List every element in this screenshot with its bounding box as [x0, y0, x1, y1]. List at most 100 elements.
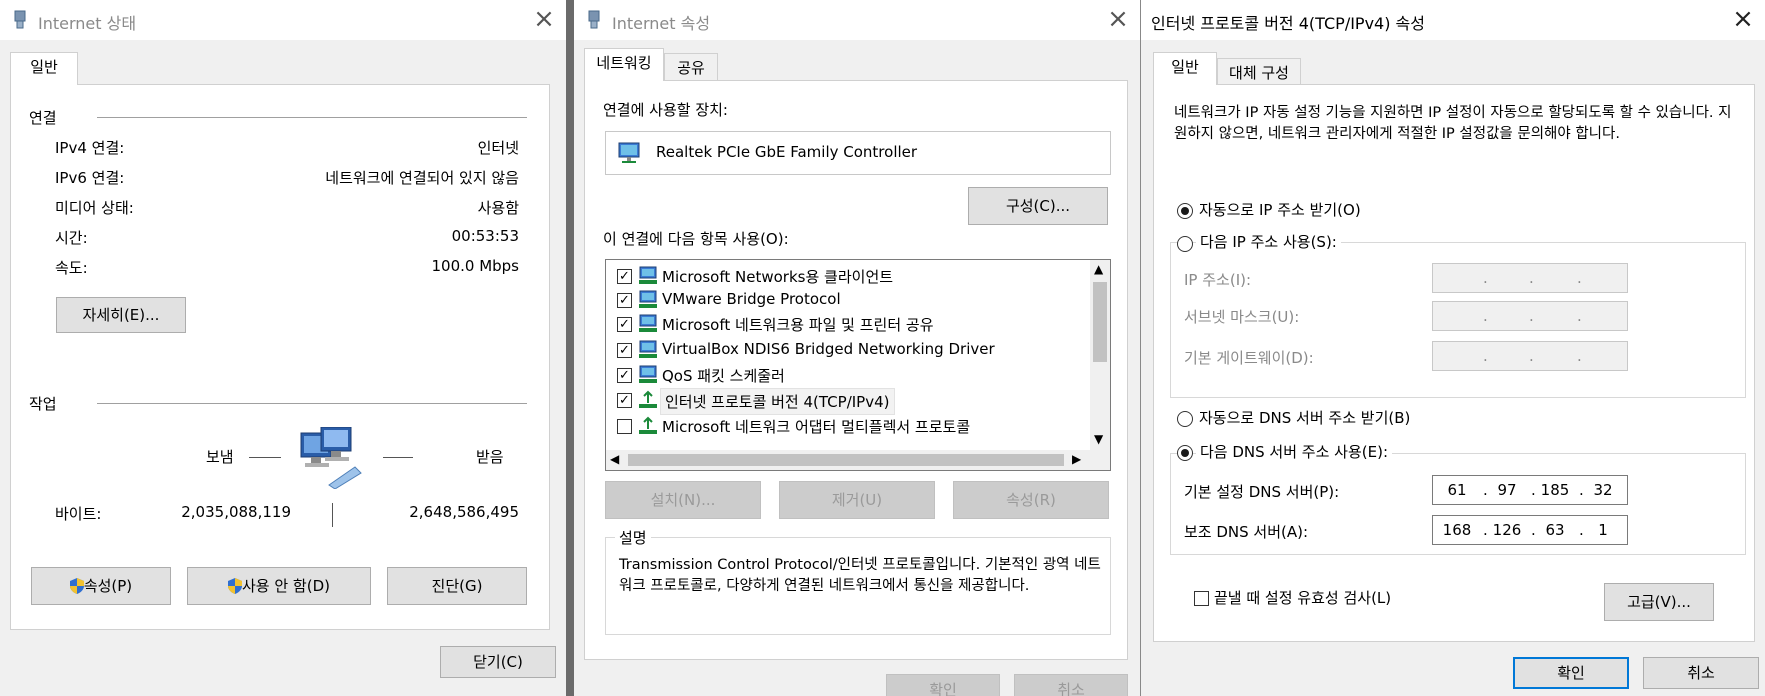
item-checkbox[interactable]: ✓ — [617, 269, 632, 284]
list-item[interactable]: Microsoft 네트워크 어댑터 멀티플렉서 프로토콜 — [606, 414, 1086, 438]
components-list[interactable]: ✓ Microsoft Networks용 클라이언트 ✓ VMware Bri… — [605, 259, 1111, 471]
dns-octet: 1 — [1598, 521, 1608, 539]
list-item[interactable]: ✓ Microsoft Networks용 클라이언트 — [606, 264, 1086, 288]
validate-checkbox[interactable] — [1194, 591, 1209, 606]
bytes-label: 바이트: — [55, 505, 102, 523]
cancel-button[interactable]: 취소 — [1014, 674, 1128, 696]
bytes-divider — [332, 503, 333, 527]
item-checkbox[interactable]: ✓ — [617, 343, 632, 358]
dns-octet: 61 — [1447, 481, 1467, 499]
dns-octet: 63 — [1545, 521, 1565, 539]
disable-button[interactable]: 사용 안 함(D) — [187, 567, 371, 605]
item-checkbox[interactable] — [617, 419, 632, 434]
media-state-label: 미디어 상태: — [55, 199, 134, 217]
manual-dns-radio[interactable] — [1177, 445, 1193, 461]
auto-dns-label[interactable]: 자동으로 DNS 서버 주소 받기(B) — [1199, 407, 1410, 428]
scroll-up-icon[interactable]: ▲ — [1094, 262, 1103, 276]
shield-icon — [69, 578, 84, 594]
list-item[interactable]: ✓ Microsoft 네트워크용 파일 및 프린터 공유 — [606, 312, 1086, 336]
item-label: 인터넷 프로토콜 버전 4(TCP/IPv4) — [660, 388, 895, 415]
status-properties-button[interactable]: 속성(P) — [31, 567, 171, 605]
ip-address-field[interactable]: ... — [1432, 263, 1628, 293]
properties-title: Internet 속성 — [612, 14, 711, 33]
network-service-icon — [639, 314, 657, 332]
status-titlebar[interactable]: Internet 상태 × — [0, 0, 566, 40]
manual-ip-label[interactable]: 다음 IP 주소 사용(S): — [1196, 231, 1341, 252]
scroll-right-icon[interactable]: ▶ — [1072, 452, 1081, 466]
tab-sharing[interactable]: 공유 — [664, 53, 718, 81]
diagnose-button[interactable]: 진단(G) — [387, 567, 527, 605]
auto-ip-label[interactable]: 자동으로 IP 주소 받기(O) — [1199, 199, 1361, 220]
intro-text: 네트워크가 IP 자동 설정 기능을 지원하면 IP 설정이 자동으로 할당되도… — [1174, 105, 1732, 142]
network-service-icon — [639, 290, 657, 308]
list-item[interactable]: ✓ QoS 패킷 스케줄러 — [606, 363, 1086, 387]
status-close-button[interactable]: 닫기(C) — [440, 646, 556, 678]
list-item-selected[interactable]: ✓ 인터넷 프로토콜 버전 4(TCP/IPv4) — [606, 388, 1086, 415]
duration-label: 시간: — [55, 229, 88, 247]
install-button[interactable]: 설치(N)... — [605, 481, 761, 519]
item-label: QoS 패킷 스케줄러 — [662, 367, 785, 385]
network-service-icon — [639, 340, 657, 358]
vertical-scrollbar[interactable]: ▲ ▼ — [1090, 260, 1110, 452]
close-icon[interactable]: × — [1729, 6, 1757, 34]
section-divider — [97, 403, 527, 404]
scroll-left-icon[interactable]: ◀ — [610, 452, 619, 466]
item-label: Microsoft Networks용 클라이언트 — [662, 268, 894, 286]
alternate-dns-field[interactable]: 168 . 126 . 63 . 1 — [1432, 515, 1628, 545]
uninstall-button[interactable]: 제거(U) — [779, 481, 935, 519]
close-icon[interactable]: × — [530, 6, 558, 34]
speed-value: 100.0 Mbps — [431, 257, 519, 275]
tab-alternate-config[interactable]: 대체 구성 — [1217, 58, 1301, 85]
description-label: 설명 — [615, 527, 651, 548]
subnet-label: 서브넷 마스크(U): — [1184, 308, 1300, 326]
manual-ip-radio[interactable] — [1177, 236, 1193, 252]
tab-networking[interactable]: 네트워킹 — [584, 48, 664, 81]
received-line — [383, 457, 413, 458]
speed-label: 속도: — [55, 259, 88, 277]
advanced-button[interactable]: 고급(V)... — [1604, 583, 1714, 621]
adapter-field: Realtek PCIe GbE Family Controller — [605, 131, 1111, 175]
component-properties-button[interactable]: 속성(R) — [953, 481, 1109, 519]
network-adapter-card-icon — [618, 142, 640, 163]
configure-button[interactable]: 구성(C)... — [968, 187, 1108, 225]
network-service-icon — [639, 365, 657, 383]
horizontal-scrollbar[interactable]: ◀ ▶ — [606, 450, 1110, 470]
status-properties-label: 속성(P) — [83, 577, 133, 595]
details-button[interactable]: 자세히(E)... — [56, 297, 186, 333]
h-scroll-thumb[interactable] — [628, 454, 1064, 466]
disable-label: 사용 안 함(D) — [242, 577, 330, 595]
item-checkbox[interactable]: ✓ — [617, 368, 632, 383]
tab-general[interactable]: 일반 — [1153, 52, 1217, 85]
validate-label[interactable]: 끝낼 때 설정 유효성 검사(L) — [1214, 587, 1391, 608]
activity-section-title: 작업 — [29, 395, 57, 413]
subnet-field[interactable]: ... — [1432, 301, 1628, 331]
item-checkbox[interactable]: ✓ — [617, 393, 632, 408]
scroll-thumb[interactable] — [1093, 282, 1107, 362]
sent-label: 보냄 — [206, 448, 234, 466]
list-item[interactable]: ✓ VirtualBox NDIS6 Bridged Networking Dr… — [606, 338, 1086, 362]
item-label: VirtualBox NDIS6 Bridged Networking Driv… — [662, 340, 995, 358]
bytes-sent-value: 2,035,088,119 — [181, 503, 291, 521]
ok-button[interactable]: 확인 — [886, 674, 1000, 696]
ok-button[interactable]: 확인 — [1513, 657, 1629, 689]
description-text: Transmission Control Protocol/인터넷 프로토콜입니… — [619, 557, 1101, 594]
item-label: VMware Bridge Protocol — [662, 290, 841, 308]
duration-value: 00:53:53 — [451, 227, 519, 245]
item-label: Microsoft 네트워크 어댑터 멀티플렉서 프로토콜 — [662, 418, 971, 436]
scroll-down-icon[interactable]: ▼ — [1094, 432, 1103, 446]
manual-dns-label[interactable]: 다음 DNS 서버 주소 사용(E): — [1196, 441, 1393, 462]
status-title: Internet 상태 — [38, 14, 137, 33]
ipv4-titlebar[interactable]: 인터넷 프로토콜 버전 4(TCP/IPv4) 속성 × — [1141, 0, 1765, 40]
tab-general[interactable]: 일반 — [10, 52, 78, 85]
protocol-icon — [639, 390, 657, 408]
properties-titlebar[interactable]: Internet 속성 × — [574, 0, 1140, 40]
item-checkbox[interactable]: ✓ — [617, 317, 632, 332]
gateway-field[interactable]: ... — [1432, 341, 1628, 371]
preferred-dns-field[interactable]: 61 . 97 . 185 . 32 — [1432, 475, 1628, 505]
list-item[interactable]: ✓ VMware Bridge Protocol — [606, 288, 1086, 312]
close-icon[interactable]: × — [1104, 6, 1132, 34]
cancel-button[interactable]: 취소 — [1643, 657, 1759, 689]
auto-dns-radio[interactable] — [1177, 411, 1193, 427]
auto-ip-radio[interactable] — [1177, 203, 1193, 219]
item-checkbox[interactable]: ✓ — [617, 293, 632, 308]
